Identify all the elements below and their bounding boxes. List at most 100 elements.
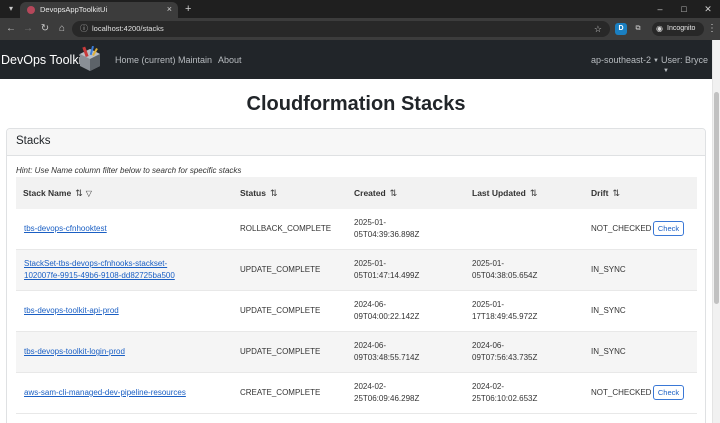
column-header-stack-name[interactable]: Stack Name ⇅ ▽ xyxy=(23,188,92,199)
stack-name-link[interactable]: aws-sam-cli-managed-dev-pipeline-resourc… xyxy=(24,387,186,399)
check-drift-button[interactable]: Check xyxy=(653,385,684,400)
date-line: 2024-06- xyxy=(472,341,505,350)
status-cell: UPDATE_COMPLETE xyxy=(240,306,321,315)
tab-close-icon[interactable]: × xyxy=(167,4,172,14)
created-cell: 2025-01- 05T04:39:36.898Z xyxy=(354,217,419,241)
date-line: 2025-01- xyxy=(354,259,387,268)
browser-menu-icon[interactable]: ⋮ xyxy=(707,22,717,36)
minimize-icon[interactable]: – xyxy=(648,0,672,18)
reload-icon[interactable]: ↻ xyxy=(38,22,52,36)
search-hint: Hint: Use Name column filter below to se… xyxy=(16,166,242,175)
drift-cell: NOT_CHECKED xyxy=(591,224,652,233)
column-header-last-updated[interactable]: Last Updated ⇅ xyxy=(472,188,537,199)
date-line: 25T06:09:46.298Z xyxy=(354,394,420,403)
created-cell: 2024-02- 25T06:09:46.298Z xyxy=(354,381,419,405)
browser-tab[interactable]: DevopsAppToolkitUi × xyxy=(20,2,178,18)
column-header-created[interactable]: Created ⇅ xyxy=(354,188,397,199)
date-line: 2025-01- xyxy=(472,300,505,309)
date-line: 2024-02- xyxy=(354,382,387,391)
card-title: Stacks xyxy=(16,135,51,147)
table-row: tbs-devops-toolkit-api-prod UPDATE_COMPL… xyxy=(16,291,697,332)
sort-icon[interactable]: ⇅ xyxy=(530,188,538,198)
table-row: tbs-devops-toolkit-login-prod UPDATE_COM… xyxy=(16,332,697,373)
updated-cell: 2025-01- 17T18:49:45.972Z xyxy=(472,299,537,323)
status-cell: ROLLBACK_COMPLETE xyxy=(240,224,332,233)
home-icon[interactable]: ⌂ xyxy=(55,22,69,36)
nav-link-home[interactable]: Home (current) xyxy=(115,55,176,65)
stack-name-line[interactable]: tbs-devops-cfnhooktest xyxy=(24,224,107,233)
forward-icon[interactable]: → xyxy=(21,22,35,36)
new-tab-icon[interactable]: + xyxy=(185,3,191,15)
column-header-drift[interactable]: Drift ⇅ xyxy=(591,188,620,199)
check-drift-button[interactable]: Check xyxy=(653,221,684,236)
browser-toolbar: ← → ↻ ⌂ ⓘ localhost:4200/stacks ☆ D ⧉ ◉ … xyxy=(0,18,720,40)
status-cell: UPDATE_COMPLETE xyxy=(240,265,321,274)
stack-name-link[interactable]: tbs-devops-cfnhooktest xyxy=(24,223,107,235)
column-label: Drift xyxy=(591,188,609,198)
page-scrollbar[interactable] xyxy=(712,40,720,423)
date-line: 09T04:00:22.142Z xyxy=(354,312,420,321)
date-line: 2024-02- xyxy=(472,382,505,391)
date-line: 05T01:47:14.499Z xyxy=(354,271,420,280)
date-line: 25T06:10:02.653Z xyxy=(472,394,538,403)
table-row: aws-sam-cli-managed-dev-pipeline-resourc… xyxy=(16,373,697,414)
extension-icon[interactable]: D xyxy=(615,23,627,35)
incognito-label: Incognito xyxy=(667,25,696,32)
date-line: 2025-01- xyxy=(354,218,387,227)
site-info-icon[interactable]: ⓘ xyxy=(80,23,88,35)
updated-cell: 2024-02- 25T06:10:02.653Z xyxy=(472,381,537,405)
stack-name-link[interactable]: tbs-devops-toolkit-api-prod xyxy=(24,305,119,317)
column-label: Stack Name xyxy=(23,188,72,198)
updated-cell: 2025-01- 05T04:38:05.654Z xyxy=(472,258,537,282)
column-header-status[interactable]: Status ⇅ xyxy=(240,188,278,199)
date-line: 2024-06- xyxy=(354,300,387,309)
scrollbar-thumb[interactable] xyxy=(714,92,719,304)
card-header: Stacks xyxy=(7,129,705,156)
date-line: 05T04:38:05.654Z xyxy=(472,271,538,280)
stack-name-line[interactable]: 102007fe-9915-49b6-9108-dd82725ba500 xyxy=(24,271,175,280)
tab-favicon-icon xyxy=(27,6,35,14)
sort-icon[interactable]: ⇅ xyxy=(75,188,83,198)
column-label: Created xyxy=(354,188,386,198)
nav-link-maintain[interactable]: Maintain xyxy=(178,55,212,65)
date-line: 2024-06- xyxy=(354,341,387,350)
window-close-icon[interactable]: ✕ xyxy=(696,0,720,18)
address-bar[interactable]: ⓘ localhost:4200/stacks ☆ xyxy=(72,21,610,37)
drift-cell: NOT_CHECKED xyxy=(591,388,652,397)
stack-name-link[interactable]: tbs-devops-toolkit-login-prod xyxy=(24,346,125,358)
created-cell: 2025-01- 05T01:47:14.499Z xyxy=(354,258,419,282)
filter-icon[interactable]: ▽ xyxy=(86,189,92,198)
maximize-icon[interactable]: □ xyxy=(672,0,696,18)
nav-link-about[interactable]: About xyxy=(218,55,242,65)
date-line: 2025-01- xyxy=(472,259,505,268)
region-dropdown[interactable]: ap-southeast-2 ▼ xyxy=(591,55,659,65)
back-icon[interactable]: ← xyxy=(4,22,18,36)
sort-icon[interactable]: ⇅ xyxy=(612,188,620,198)
stack-name-line[interactable]: StackSet-tbs-devops-cfnhooks-stackset- xyxy=(24,259,167,268)
sort-icon[interactable]: ⇅ xyxy=(390,188,398,198)
extensions-puzzle-icon[interactable]: ⧉ xyxy=(632,23,644,35)
navbar-brand[interactable]: DevOps Toolkit xyxy=(1,53,85,67)
status-cell: UPDATE_COMPLETE xyxy=(240,347,321,356)
url-text: localhost:4200/stacks xyxy=(92,24,164,33)
drift-cell: IN_SYNC xyxy=(591,347,626,356)
incognito-icon: ◉ xyxy=(656,24,663,33)
toolkit-logo-icon xyxy=(80,46,100,71)
date-line: 09T07:56:43.735Z xyxy=(472,353,538,362)
user-dropdown[interactable]: User: Bryce ▼ xyxy=(661,55,712,75)
created-cell: 2024-06- 09T04:00:22.142Z xyxy=(354,299,419,323)
tab-search-icon[interactable]: ▾ xyxy=(5,3,17,15)
date-line: 05T04:39:36.898Z xyxy=(354,230,420,239)
bookmark-star-icon[interactable]: ☆ xyxy=(594,22,602,36)
caret-down-icon: ▼ xyxy=(653,57,659,64)
stack-name-line[interactable]: aws-sam-cli-managed-dev-pipeline-resourc… xyxy=(24,388,186,397)
stack-name-link[interactable]: StackSet-tbs-devops-cfnhooks-stackset- 10… xyxy=(24,258,175,282)
sort-icon[interactable]: ⇅ xyxy=(270,188,278,198)
stack-name-line[interactable]: tbs-devops-toolkit-login-prod xyxy=(24,347,125,356)
stack-name-line[interactable]: tbs-devops-toolkit-api-prod xyxy=(24,306,119,315)
browser-tab-strip: ▾ DevopsAppToolkitUi × + – □ ✕ xyxy=(0,0,720,18)
status-cell: CREATE_COMPLETE xyxy=(240,388,321,397)
tab-title: DevopsAppToolkitUi xyxy=(40,5,108,14)
table-row: StackSet-tbs-devops-cfnhooks-stackset- 10… xyxy=(16,250,697,291)
incognito-badge[interactable]: ◉ Incognito xyxy=(652,22,704,36)
